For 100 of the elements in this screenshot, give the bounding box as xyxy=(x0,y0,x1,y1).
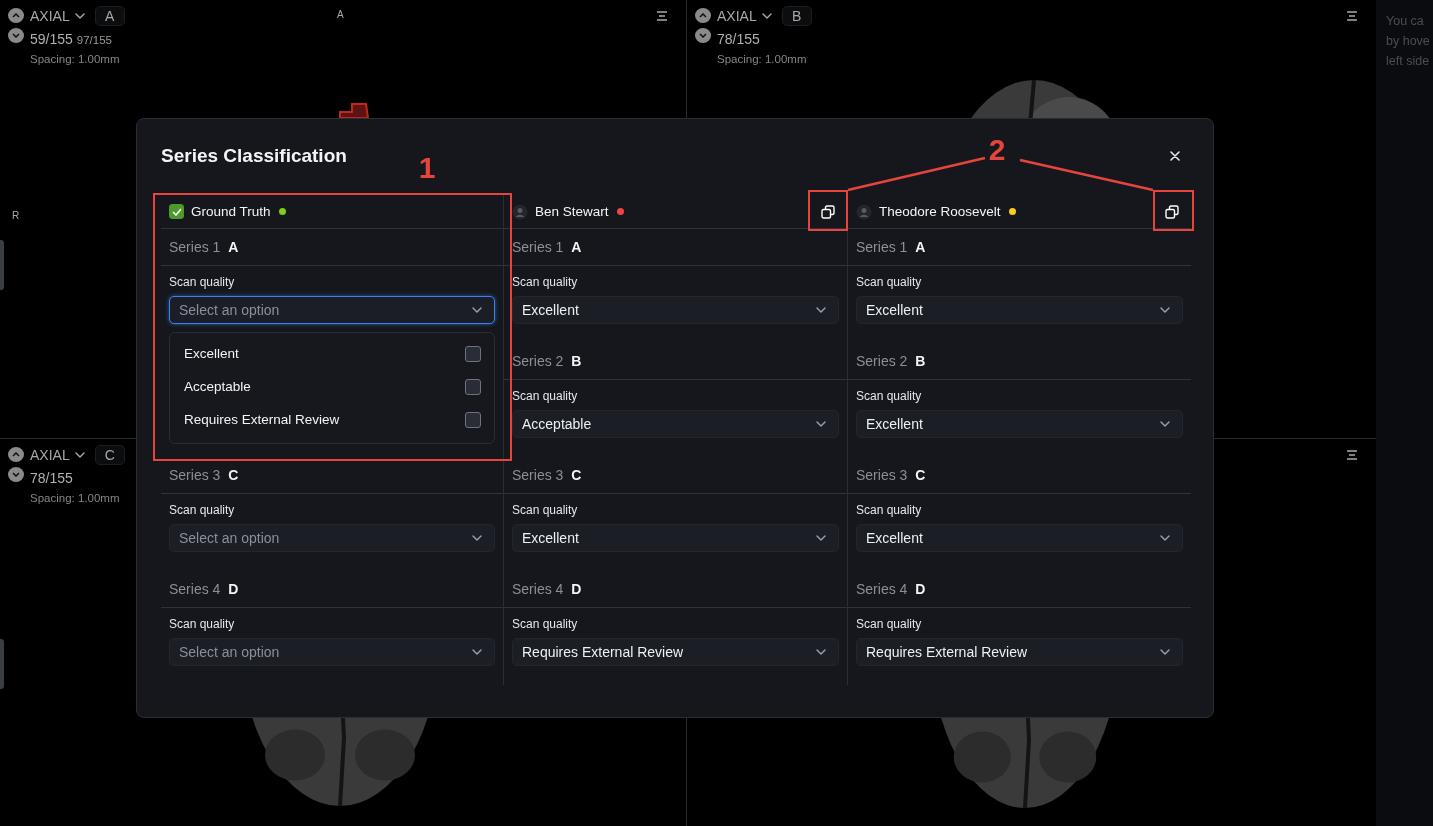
chevron-icon xyxy=(472,535,482,541)
checkbox[interactable] xyxy=(465,345,481,362)
select-field[interactable]: Excellent xyxy=(512,296,839,324)
slice-counter: 78/155 xyxy=(717,31,760,47)
series-label: Series 1 xyxy=(512,239,564,255)
chevron-up-icon xyxy=(12,452,20,457)
series-letter: B xyxy=(571,353,582,369)
checkbox[interactable] xyxy=(465,378,481,395)
select-field[interactable]: Excellent xyxy=(856,524,1183,552)
column-name: Ben Stewart xyxy=(535,204,609,219)
select-field[interactable]: Select an option xyxy=(169,296,495,324)
field-label: Scan quality xyxy=(856,616,923,632)
chevron-icon xyxy=(816,649,826,655)
chevron-icon xyxy=(1160,649,1170,655)
column-name: Theodore Roosevelt xyxy=(879,204,1001,219)
chevron-up-icon xyxy=(12,13,20,18)
series-label: Series 4 xyxy=(512,581,564,597)
annotation-number: 1 xyxy=(418,153,436,183)
select-field[interactable]: Acceptable xyxy=(512,410,839,438)
menu-option[interactable]: Excellent xyxy=(170,337,494,370)
chevron-up-icon xyxy=(699,13,707,18)
menu-icon[interactable] xyxy=(1346,11,1358,21)
checkbox[interactable] xyxy=(465,411,481,428)
field-label: Scan quality xyxy=(169,274,236,290)
annotation-number: 2 xyxy=(988,135,1006,165)
chevron-icon xyxy=(761,13,772,19)
view-dropdown[interactable]: AXIAL xyxy=(30,8,85,24)
field-label: Scan quality xyxy=(856,274,923,290)
spacing-label: Spacing: 1.00mm xyxy=(30,492,121,504)
avatar-icon xyxy=(512,203,528,220)
chevron-icon xyxy=(816,421,826,427)
select-field[interactable]: Excellent xyxy=(512,524,839,552)
chevron-icon xyxy=(472,649,482,655)
hint-text: You ca xyxy=(1386,13,1425,30)
chevron-icon xyxy=(816,307,826,313)
chevron-icon xyxy=(1160,307,1170,313)
series-letter: C xyxy=(228,467,239,483)
select-field[interactable]: Excellent xyxy=(856,410,1183,438)
view-dropdown[interactable]: AXIAL xyxy=(717,8,772,24)
series-label: Series 3 xyxy=(512,467,564,483)
series-label: Series 3 xyxy=(169,467,221,483)
series-label: Series 1 xyxy=(169,239,221,255)
close-icon xyxy=(1170,151,1180,161)
copy-icon xyxy=(821,204,835,219)
select-field[interactable]: Requires External Review xyxy=(512,638,839,666)
chevron-icon xyxy=(1160,421,1170,427)
series-letter: A xyxy=(915,239,926,255)
orientation-marker: R xyxy=(12,210,20,221)
series-letter: D xyxy=(571,581,582,597)
hint-text: by hove xyxy=(1386,33,1431,50)
checkbox[interactable] xyxy=(169,204,184,219)
series-letter: D xyxy=(915,581,926,597)
menu-option[interactable]: Requires External Review xyxy=(170,403,494,436)
series-letter: A xyxy=(228,239,239,255)
spacing-label: Spacing: 1.00mm xyxy=(717,53,808,65)
edge-handle[interactable] xyxy=(0,639,4,689)
copy-icon xyxy=(1165,204,1179,219)
annotation-box xyxy=(808,190,848,231)
column-name: Ground Truth xyxy=(191,204,271,219)
field-label: Scan quality xyxy=(512,616,579,632)
series-letter: C xyxy=(571,467,582,483)
orientation-marker: A xyxy=(337,9,344,20)
chevron-icon xyxy=(74,452,85,458)
series-label: Series 1 xyxy=(856,239,908,255)
chevron-icon xyxy=(472,307,482,313)
field-label: Scan quality xyxy=(856,388,923,404)
series-label: Series 4 xyxy=(169,581,221,597)
series-letter: B xyxy=(915,353,926,369)
slice-counter: 97/155 xyxy=(76,34,112,46)
slice-counter: 78/155 xyxy=(30,470,73,486)
field-label: Scan quality xyxy=(169,616,236,632)
select-field[interactable]: Excellent xyxy=(856,296,1183,324)
menu-icon[interactable] xyxy=(656,11,668,21)
menu-icon[interactable] xyxy=(1346,450,1358,460)
select-field[interactable]: Select an option xyxy=(169,524,495,552)
chevron-down-icon xyxy=(12,33,20,38)
hint-text: left side xyxy=(1386,53,1431,70)
menu-option[interactable]: Acceptable xyxy=(170,370,494,403)
series-label: Series 4 xyxy=(856,581,908,597)
chevron-down-icon xyxy=(12,472,20,477)
edge-handle[interactable] xyxy=(0,240,4,290)
series-letter: D xyxy=(228,581,239,597)
field-label: Scan quality xyxy=(512,274,579,290)
chevron-icon xyxy=(816,535,826,541)
select-field[interactable]: Select an option xyxy=(169,638,495,666)
annotation-box xyxy=(1153,190,1194,231)
spacing-label: Spacing: 1.00mm xyxy=(30,53,121,65)
series-label: Series 2 xyxy=(856,353,908,369)
chevron-icon xyxy=(1160,535,1170,541)
field-label: Scan quality xyxy=(856,502,923,518)
chevron-icon xyxy=(74,13,85,19)
chevron-down-icon xyxy=(699,33,707,38)
series-badge: C xyxy=(94,445,125,465)
slice-counter: 59/155 xyxy=(30,31,73,47)
series-letter: C xyxy=(915,467,926,483)
select-field[interactable]: Requires External Review xyxy=(856,638,1183,666)
series-letter: A xyxy=(571,239,582,255)
view-dropdown[interactable]: AXIAL xyxy=(30,447,85,463)
series-label: Series 3 xyxy=(856,467,908,483)
field-label: Scan quality xyxy=(512,388,579,404)
